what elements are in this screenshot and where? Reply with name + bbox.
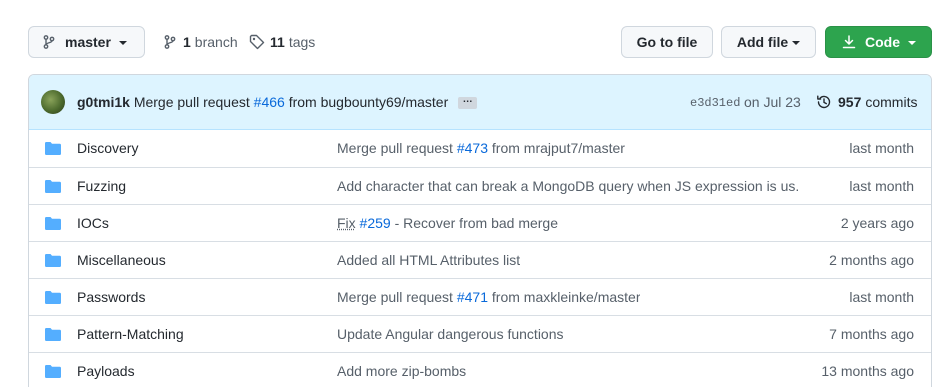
- folder-icon: [45, 365, 61, 378]
- chevron-down-icon: [118, 41, 127, 45]
- chevron-down-icon: [908, 41, 916, 45]
- file-rows: Discovery Merge pull request #473 from mr…: [29, 130, 931, 387]
- latest-commit-bar: g0tmi1k Merge pull request #466 from bug…: [29, 75, 931, 130]
- go-to-file-button[interactable]: Go to file: [621, 26, 713, 58]
- file-list-box: g0tmi1k Merge pull request #466 from bug…: [28, 74, 932, 387]
- file-commit-message[interactable]: Add character that can break a MongoDB q…: [337, 178, 799, 194]
- add-file-button[interactable]: Add file: [721, 26, 816, 58]
- commit-author[interactable]: g0tmi1k: [77, 94, 130, 110]
- file-commit-message[interactable]: Fix #259 - Recover from bad merge: [337, 215, 558, 231]
- file-commit-age: last month: [849, 178, 914, 194]
- file-commit-message[interactable]: Merge pull request #471 from maxkleinke/…: [337, 289, 640, 305]
- commit-msg-suffix[interactable]: from bugbounty69/master: [289, 94, 449, 110]
- file-name-link[interactable]: Payloads: [77, 363, 135, 379]
- file-commit-msg-prefix[interactable]: Fix: [337, 215, 356, 231]
- git-branch-icon: [164, 35, 176, 49]
- git-branch-icon: [43, 35, 55, 49]
- file-row[interactable]: Passwords Merge pull request #471 from ma…: [29, 278, 931, 315]
- tag-label: tags: [288, 34, 316, 50]
- commit-date[interactable]: on Jul 23: [744, 94, 801, 110]
- file-commit-age: last month: [849, 289, 914, 305]
- file-row[interactable]: Payloads Add more zip-bombs 13 months ago: [29, 352, 931, 387]
- go-to-file-label: Go to file: [636, 34, 698, 50]
- file-name-link[interactable]: Discovery: [77, 140, 138, 156]
- latest-commit-message: g0tmi1k Merge pull request #466 from bug…: [77, 94, 478, 110]
- file-row[interactable]: Miscellaneous Added all HTML Attributes l…: [29, 241, 931, 278]
- folder-icon: [45, 254, 61, 267]
- branch-select-button[interactable]: master: [28, 26, 145, 58]
- folder-icon: [45, 217, 61, 230]
- file-commit-age: last month: [849, 140, 914, 156]
- file-commit-message[interactable]: Update Angular dangerous functions: [337, 326, 564, 342]
- code-button[interactable]: Code: [825, 26, 932, 58]
- tag-icon: [249, 34, 265, 50]
- branch-label: branch: [194, 34, 238, 50]
- file-commit-msg-suffix[interactable]: from mrajput7/master: [488, 140, 625, 156]
- file-commit-message[interactable]: Add more zip-bombs: [337, 363, 466, 379]
- file-name-link[interactable]: IOCs: [77, 215, 109, 231]
- file-name-link[interactable]: Passwords: [77, 289, 145, 305]
- history-icon: [817, 95, 831, 109]
- file-commit-msg-prefix[interactable]: Added all HTML Attributes list: [337, 252, 520, 268]
- code-label: Code: [865, 34, 900, 50]
- file-commit-age: 13 months ago: [821, 363, 914, 379]
- folder-icon: [45, 291, 61, 304]
- commit-pr-link[interactable]: #466: [254, 94, 285, 110]
- file-row[interactable]: Pattern-Matching Update Angular dangerous…: [29, 315, 931, 352]
- commit-count-label: commits: [865, 94, 918, 110]
- file-commit-msg-prefix[interactable]: Add more zip-bombs: [337, 363, 466, 379]
- commit-sha[interactable]: e3d31ed: [690, 96, 740, 110]
- file-commit-pr-link[interactable]: #471: [457, 289, 488, 305]
- folder-icon: [45, 180, 61, 193]
- branch-count: 1: [183, 34, 191, 50]
- branch-name: master: [65, 34, 111, 50]
- tag-count: 11: [270, 34, 285, 50]
- commit-history-link[interactable]: 957 commits: [816, 94, 917, 110]
- folder-icon: [45, 142, 61, 155]
- file-commit-message[interactable]: Merge pull request #473 from mrajput7/ma…: [337, 140, 625, 156]
- file-commit-pr-link[interactable]: #259: [356, 215, 391, 231]
- file-commit-msg-suffix[interactable]: - Recover from bad merge: [391, 215, 558, 231]
- file-name-link[interactable]: Pattern-Matching: [77, 326, 184, 342]
- chevron-down-icon: [792, 41, 801, 45]
- file-commit-msg-suffix[interactable]: from maxkleinke/master: [488, 289, 641, 305]
- file-row[interactable]: Fuzzing Add character that can break a Mo…: [29, 167, 931, 204]
- file-commit-age: 7 months ago: [829, 326, 914, 342]
- branches-link[interactable]: 1 branch: [162, 26, 238, 58]
- file-commit-age: 2 months ago: [829, 252, 914, 268]
- file-row[interactable]: Discovery Merge pull request #473 from mr…: [29, 130, 931, 167]
- tags-link[interactable]: 11 tags: [249, 26, 315, 58]
- file-name-link[interactable]: Miscellaneous: [77, 252, 166, 268]
- commit-msg-prefix[interactable]: Merge pull request: [134, 94, 250, 110]
- file-commit-age: 2 years ago: [840, 215, 914, 231]
- file-name-link[interactable]: Fuzzing: [77, 178, 126, 194]
- file-commit-msg-prefix[interactable]: Add character that can break a MongoDB q…: [337, 178, 799, 194]
- repo-toolbar: master 1 branch 11 tags Go to file Add f…: [28, 26, 932, 58]
- avatar[interactable]: [41, 90, 65, 114]
- folder-icon: [45, 328, 61, 341]
- download-icon: [842, 35, 856, 49]
- expand-message-button[interactable]: …: [458, 95, 478, 110]
- file-row[interactable]: IOCs Fix #259 - Recover from bad merge 2 y…: [29, 204, 931, 241]
- add-file-label: Add file: [736, 34, 789, 50]
- file-commit-msg-prefix[interactable]: Update Angular dangerous functions: [337, 326, 564, 342]
- file-commit-msg-prefix[interactable]: Merge pull request: [337, 140, 457, 156]
- commit-count: 957: [838, 94, 862, 110]
- file-commit-pr-link[interactable]: #473: [457, 140, 488, 156]
- file-commit-message[interactable]: Added all HTML Attributes list: [337, 252, 520, 268]
- file-commit-msg-prefix[interactable]: Merge pull request: [337, 289, 457, 305]
